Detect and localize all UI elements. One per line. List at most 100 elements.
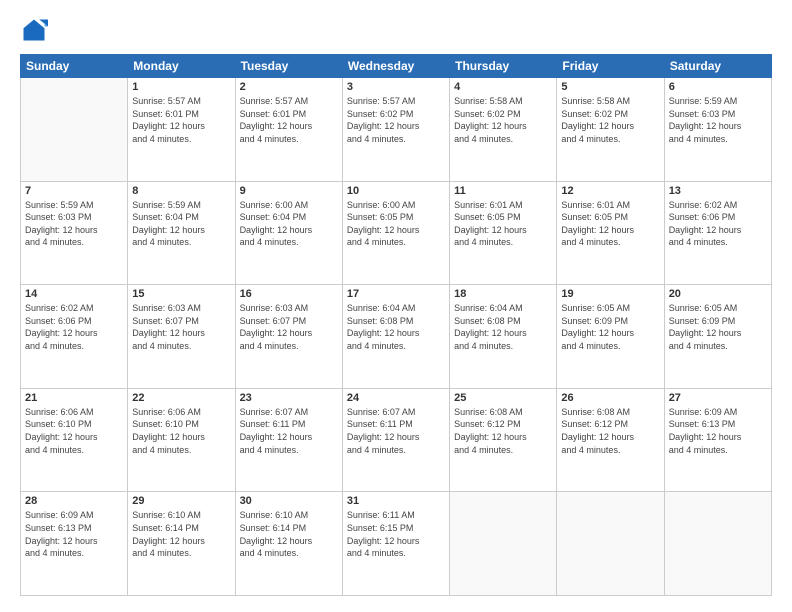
calendar-cell: 31 Sunrise: 6:11 AMSunset: 6:15 PMDayligh… [342, 492, 449, 596]
day-info: Sunrise: 5:59 AMSunset: 6:03 PMDaylight:… [669, 95, 767, 145]
day-info: Sunrise: 6:06 AMSunset: 6:10 PMDaylight:… [25, 406, 123, 456]
day-number: 11 [454, 185, 552, 197]
weekday-header-friday: Friday [557, 55, 664, 78]
calendar-cell: 15 Sunrise: 6:03 AMSunset: 6:07 PMDayligh… [128, 285, 235, 389]
day-info: Sunrise: 6:09 AMSunset: 6:13 PMDaylight:… [669, 406, 767, 456]
day-info: Sunrise: 5:58 AMSunset: 6:02 PMDaylight:… [454, 95, 552, 145]
day-info: Sunrise: 6:09 AMSunset: 6:13 PMDaylight:… [25, 509, 123, 559]
calendar-cell: 6 Sunrise: 5:59 AMSunset: 6:03 PMDaylight… [664, 78, 771, 182]
day-number: 1 [132, 81, 230, 93]
day-number: 21 [25, 392, 123, 404]
calendar-cell: 29Sunrise: 6:10 AMSunset: 6:14 PMDayligh… [128, 492, 235, 596]
day-info: Sunrise: 6:04 AMSunset: 6:08 PMDaylight:… [454, 302, 552, 352]
day-info: Sunrise: 6:10 AMSunset: 6:14 PMDaylight:… [132, 509, 230, 559]
calendar-cell: 5 Sunrise: 5:58 AMSunset: 6:02 PMDaylight… [557, 78, 664, 182]
day-info: Sunrise: 6:03 AMSunset: 6:07 PMDaylight:… [240, 302, 338, 352]
day-info: Sunrise: 6:02 AMSunset: 6:06 PMDaylight:… [669, 199, 767, 249]
day-number: 13 [669, 185, 767, 197]
day-number: 27 [669, 392, 767, 404]
day-number: 5 [561, 81, 659, 93]
day-info: Sunrise: 6:05 AMSunset: 6:09 PMDaylight:… [561, 302, 659, 352]
weekday-header-thursday: Thursday [450, 55, 557, 78]
calendar-cell: 23 Sunrise: 6:07 AMSunset: 6:11 PMDayligh… [235, 388, 342, 492]
logo-icon [20, 16, 48, 44]
day-info: Sunrise: 6:11 AMSunset: 6:15 PMDaylight:… [347, 509, 445, 559]
day-number: 14 [25, 288, 123, 300]
day-info: Sunrise: 6:02 AMSunset: 6:06 PMDaylight:… [25, 302, 123, 352]
day-number: 31 [347, 495, 445, 507]
weekday-header-wednesday: Wednesday [342, 55, 449, 78]
day-number: 20 [669, 288, 767, 300]
day-number: 19 [561, 288, 659, 300]
day-info: Sunrise: 5:59 AMSunset: 6:04 PMDaylight:… [132, 199, 230, 249]
day-info: Sunrise: 6:08 AMSunset: 6:12 PMDaylight:… [454, 406, 552, 456]
day-info: Sunrise: 6:00 AMSunset: 6:04 PMDaylight:… [240, 199, 338, 249]
day-info: Sunrise: 6:05 AMSunset: 6:09 PMDaylight:… [669, 302, 767, 352]
day-info: Sunrise: 6:08 AMSunset: 6:12 PMDaylight:… [561, 406, 659, 456]
day-number: 26 [561, 392, 659, 404]
calendar-cell [450, 492, 557, 596]
calendar-cell: 12 Sunrise: 6:01 AMSunset: 6:05 PMDayligh… [557, 181, 664, 285]
day-number: 8 [132, 185, 230, 197]
calendar-cell: 21 Sunrise: 6:06 AMSunset: 6:10 PMDayligh… [21, 388, 128, 492]
day-number: 23 [240, 392, 338, 404]
day-info: Sunrise: 6:07 AMSunset: 6:11 PMDaylight:… [240, 406, 338, 456]
day-number: 15 [132, 288, 230, 300]
day-info: Sunrise: 5:58 AMSunset: 6:02 PMDaylight:… [561, 95, 659, 145]
calendar-cell: 4 Sunrise: 5:58 AMSunset: 6:02 PMDaylight… [450, 78, 557, 182]
day-info: Sunrise: 5:57 AMSunset: 6:02 PMDaylight:… [347, 95, 445, 145]
day-number: 4 [454, 81, 552, 93]
calendar-cell: 2Sunrise: 5:57 AMSunset: 6:01 PMDaylight… [235, 78, 342, 182]
calendar-cell: 17Sunrise: 6:04 AMSunset: 6:08 PMDayligh… [342, 285, 449, 389]
calendar-cell: 7Sunrise: 5:59 AMSunset: 6:03 PMDaylight… [21, 181, 128, 285]
calendar-cell: 3 Sunrise: 5:57 AMSunset: 6:02 PMDaylight… [342, 78, 449, 182]
weekday-row: SundayMondayTuesdayWednesdayThursdayFrid… [21, 55, 772, 78]
calendar-table: SundayMondayTuesdayWednesdayThursdayFrid… [20, 54, 772, 596]
calendar-week-1: 7Sunrise: 5:59 AMSunset: 6:03 PMDaylight… [21, 181, 772, 285]
day-number: 2 [240, 81, 338, 93]
calendar-cell: 14 Sunrise: 6:02 AMSunset: 6:06 PMDayligh… [21, 285, 128, 389]
day-number: 16 [240, 288, 338, 300]
day-info: Sunrise: 6:00 AMSunset: 6:05 PMDaylight:… [347, 199, 445, 249]
day-info: Sunrise: 6:07 AMSunset: 6:11 PMDaylight:… [347, 406, 445, 456]
calendar-week-3: 21 Sunrise: 6:06 AMSunset: 6:10 PMDayligh… [21, 388, 772, 492]
weekday-header-saturday: Saturday [664, 55, 771, 78]
calendar-cell: 28 Sunrise: 6:09 AMSunset: 6:13 PMDayligh… [21, 492, 128, 596]
day-number: 28 [25, 495, 123, 507]
day-info: Sunrise: 6:01 AMSunset: 6:05 PMDaylight:… [561, 199, 659, 249]
calendar-cell: 10 Sunrise: 6:00 AMSunset: 6:05 PMDayligh… [342, 181, 449, 285]
calendar-header: SundayMondayTuesdayWednesdayThursdayFrid… [21, 55, 772, 78]
calendar-cell: 27 Sunrise: 6:09 AMSunset: 6:13 PMDayligh… [664, 388, 771, 492]
weekday-header-monday: Monday [128, 55, 235, 78]
calendar-cell: 16 Sunrise: 6:03 AMSunset: 6:07 PMDayligh… [235, 285, 342, 389]
day-number: 30 [240, 495, 338, 507]
logo [20, 16, 52, 44]
day-number: 25 [454, 392, 552, 404]
day-number: 6 [669, 81, 767, 93]
calendar-cell: 19 Sunrise: 6:05 AMSunset: 6:09 PMDayligh… [557, 285, 664, 389]
day-info: Sunrise: 6:03 AMSunset: 6:07 PMDaylight:… [132, 302, 230, 352]
day-info: Sunrise: 5:57 AMSunset: 6:01 PMDaylight:… [132, 95, 230, 145]
calendar-cell [557, 492, 664, 596]
calendar-cell: 26 Sunrise: 6:08 AMSunset: 6:12 PMDayligh… [557, 388, 664, 492]
day-number: 3 [347, 81, 445, 93]
day-number: 12 [561, 185, 659, 197]
calendar-cell: 11Sunrise: 6:01 AMSunset: 6:05 PMDayligh… [450, 181, 557, 285]
calendar-cell [21, 78, 128, 182]
calendar-cell: 18Sunrise: 6:04 AMSunset: 6:08 PMDayligh… [450, 285, 557, 389]
calendar-week-0: 1 Sunrise: 5:57 AMSunset: 6:01 PMDaylight… [21, 78, 772, 182]
page: SundayMondayTuesdayWednesdayThursdayFrid… [0, 0, 792, 612]
day-number: 24 [347, 392, 445, 404]
calendar-cell [664, 492, 771, 596]
day-number: 10 [347, 185, 445, 197]
day-info: Sunrise: 6:06 AMSunset: 6:10 PMDaylight:… [132, 406, 230, 456]
calendar-cell: 30Sunrise: 6:10 AMSunset: 6:14 PMDayligh… [235, 492, 342, 596]
calendar-body: 1 Sunrise: 5:57 AMSunset: 6:01 PMDaylight… [21, 78, 772, 596]
calendar-cell: 8 Sunrise: 5:59 AMSunset: 6:04 PMDaylight… [128, 181, 235, 285]
day-number: 17 [347, 288, 445, 300]
calendar-week-2: 14 Sunrise: 6:02 AMSunset: 6:06 PMDayligh… [21, 285, 772, 389]
day-number: 22 [132, 392, 230, 404]
header [20, 16, 772, 44]
calendar-cell: 24 Sunrise: 6:07 AMSunset: 6:11 PMDayligh… [342, 388, 449, 492]
day-info: Sunrise: 5:59 AMSunset: 6:03 PMDaylight:… [25, 199, 123, 249]
